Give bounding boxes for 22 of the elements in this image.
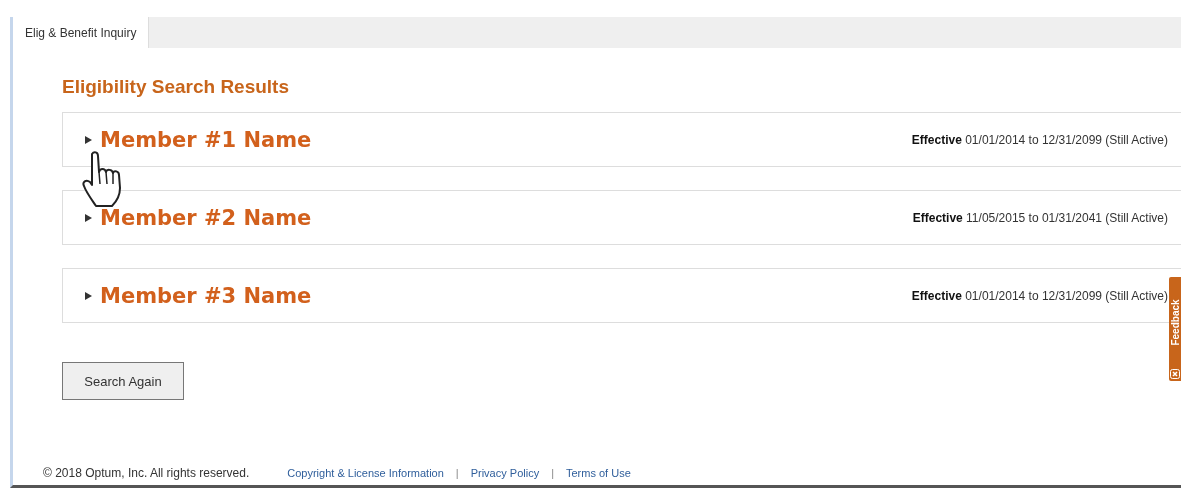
member-panel[interactable]: Member #2 Name Effective 11/05/2015 to 01/31/2041 (Still Active) [62,190,1181,245]
close-icon[interactable] [1170,369,1180,379]
tab[interactable]: Elig & Benefit Inquiry [13,17,150,48]
results-heading: Eligibility Search Results [62,76,291,98]
footer-link[interactable]: Privacy Policy [470,467,540,479]
effective-dates: Effective 11/05/2015 to 01/31/2041 (Still Active) [912,210,1168,225]
feedback-tab[interactable]: Feedback [1169,277,1181,381]
link-separator: | [551,467,554,479]
member-name[interactable]: Member #3 Name [100,283,312,308]
footer-link[interactable]: Copyright & License Information [287,467,444,479]
search-again-button[interactable]: Search Again [62,362,184,400]
expand-caret-icon[interactable] [85,213,92,222]
member-panel[interactable]: Member #1 Name Effective 01/01/2014 to 12/31/2099 (Still Active) [62,112,1181,167]
effective-dates: Effective 01/01/2014 to 12/31/2099 (Still Active) [911,288,1168,303]
member-name[interactable]: Member #1 Name [100,127,312,152]
effective-dates: Effective 01/01/2014 to 12/31/2099 (Still Active) [911,132,1168,147]
copyright-text: © 2018 Optum, Inc. All rights reserved. [43,466,250,480]
footer-link[interactable]: Terms of Use [566,467,631,479]
expand-caret-icon[interactable] [85,135,92,144]
link-separator: | [455,467,459,479]
member-name[interactable]: Member #2 Name [100,205,312,230]
expand-caret-icon[interactable] [85,291,92,300]
